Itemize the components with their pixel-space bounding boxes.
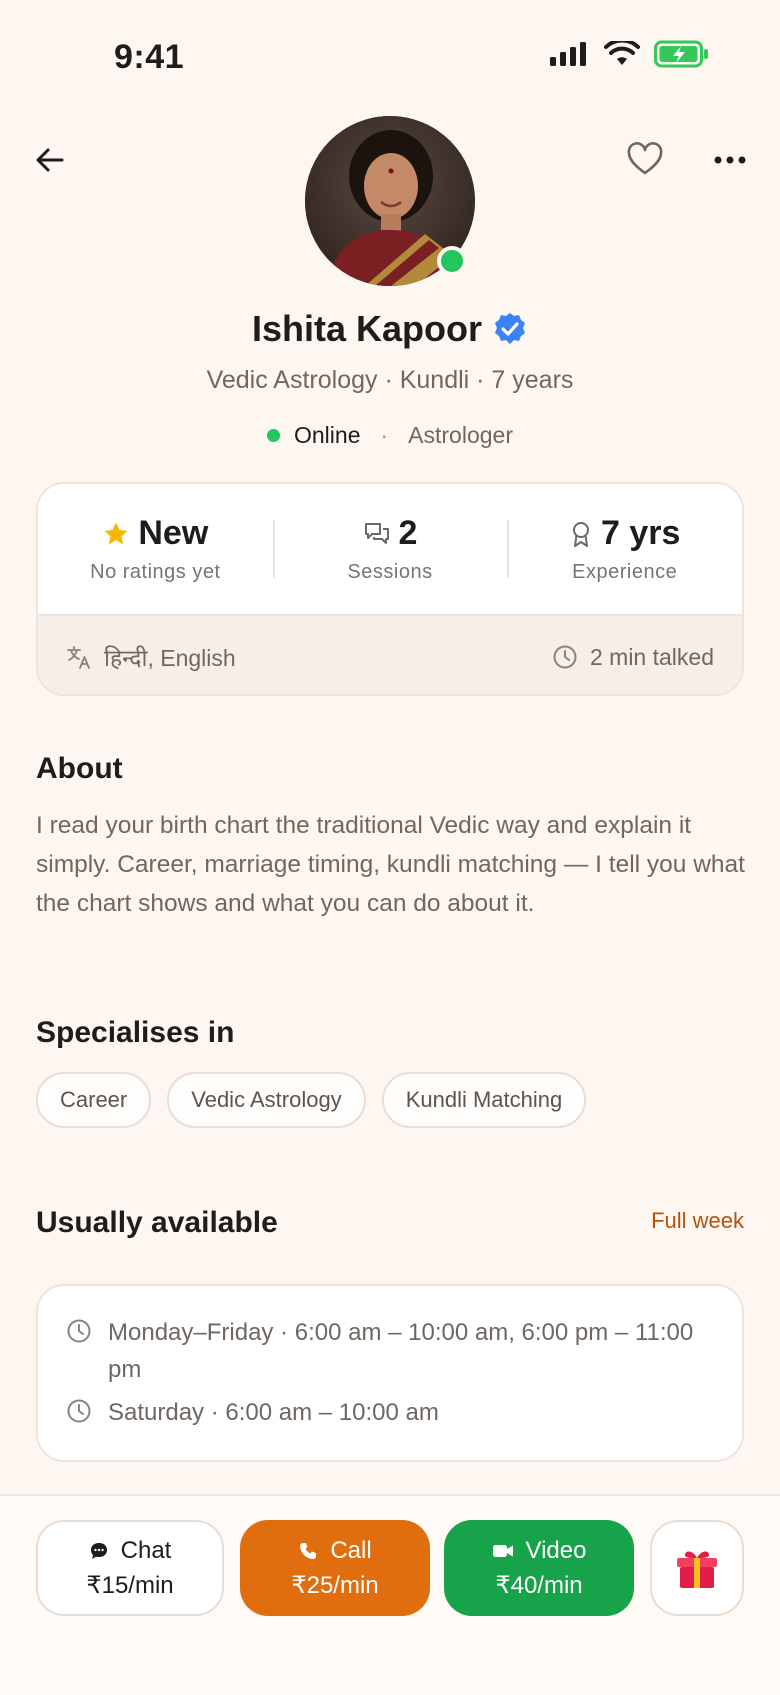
rating-value: New bbox=[138, 514, 209, 552]
avatar-container bbox=[305, 116, 475, 286]
heart-icon bbox=[627, 142, 663, 175]
online-indicator bbox=[267, 429, 280, 442]
talked-text: 2 min talked bbox=[589, 643, 714, 670]
chat-label: Chat bbox=[120, 1536, 172, 1564]
full-week-link[interactable]: Full week bbox=[651, 1208, 744, 1234]
online-label: Online bbox=[294, 422, 361, 448]
action-bar: Chat ₹15/min Call ₹25/min Video ₹40/min bbox=[0, 1494, 780, 1695]
separator: · bbox=[380, 422, 389, 448]
favorite-button[interactable] bbox=[624, 138, 666, 180]
sessions-stat: 2 Sessions bbox=[272, 514, 508, 584]
call-label: Call bbox=[330, 1536, 372, 1564]
gift-button[interactable] bbox=[650, 1520, 744, 1616]
wifi-icon bbox=[604, 41, 640, 65]
rating-caption: No ratings yet bbox=[90, 561, 221, 583]
translate-icon bbox=[67, 646, 90, 669]
star-icon bbox=[104, 521, 129, 544]
gift-icon bbox=[677, 1551, 717, 1588]
status-bar: 9:41 bbox=[0, 0, 780, 110]
availability-row: Saturday · 6:00 am – 10:00 am bbox=[66, 1394, 714, 1435]
about-heading: About bbox=[36, 752, 123, 785]
specialty-chips: Career Vedic Astrology Kundli Matching bbox=[36, 1072, 587, 1128]
chat-price: ₹15/min bbox=[86, 1571, 174, 1599]
availability-text: Saturday · 6:00 am – 10:00 am bbox=[108, 1399, 439, 1426]
status-time: 9:41 bbox=[114, 38, 185, 76]
clock-icon bbox=[553, 645, 577, 669]
online-status-dot bbox=[437, 246, 467, 276]
verified-icon bbox=[495, 313, 526, 344]
video-price: ₹40/min bbox=[495, 1571, 583, 1599]
about-text: I read your birth chart the traditional … bbox=[36, 812, 745, 917]
status-row: Online · Astrologer bbox=[0, 422, 780, 449]
call-price: ₹25/min bbox=[291, 1571, 379, 1599]
battery-icon bbox=[654, 40, 708, 68]
back-button[interactable] bbox=[30, 140, 70, 180]
signal-icon bbox=[550, 42, 586, 66]
availability-card: Monday–Friday · 6:00 am – 10:00 am, 6:00… bbox=[36, 1284, 744, 1462]
sessions-caption: Sessions bbox=[347, 561, 433, 583]
clock-icon bbox=[67, 1319, 91, 1343]
role-label: Astrologer bbox=[408, 422, 513, 448]
call-button[interactable]: Call ₹25/min bbox=[240, 1520, 430, 1616]
availability-heading: Usually available bbox=[36, 1206, 278, 1239]
specialises-heading: Specialises in bbox=[36, 1016, 235, 1049]
chip-career[interactable]: Career bbox=[36, 1072, 152, 1128]
video-icon bbox=[492, 1544, 513, 1557]
sessions-value: 2 bbox=[398, 514, 418, 552]
chat-bubbles-icon bbox=[364, 522, 389, 544]
chip-kundli-matching[interactable]: Kundli Matching bbox=[381, 1072, 587, 1128]
availability-text: Monday–Friday · 6:00 am – 10:00 am, 6:00… bbox=[108, 1319, 694, 1383]
languages-text: हिन्दी, English bbox=[104, 645, 236, 671]
languages: हिन्दी, English bbox=[66, 641, 236, 673]
chip-vedic-astrology[interactable]: Vedic Astrology bbox=[167, 1072, 366, 1128]
video-label: Video bbox=[525, 1536, 587, 1564]
phone-icon bbox=[300, 1542, 317, 1559]
award-icon bbox=[572, 521, 589, 547]
clock-icon bbox=[67, 1399, 91, 1423]
more-button[interactable] bbox=[712, 148, 748, 172]
astrologer-name: Ishita Kapoor bbox=[251, 308, 483, 349]
video-button[interactable]: Video ₹40/min bbox=[444, 1520, 634, 1616]
name-row: Ishita Kapoor bbox=[0, 308, 780, 350]
chat-icon bbox=[90, 1542, 107, 1559]
talked-time: 2 min talked bbox=[552, 644, 714, 671]
more-icon bbox=[714, 156, 746, 164]
chat-button[interactable]: Chat ₹15/min bbox=[36, 1520, 224, 1616]
profile-subtitle: Vedic Astrology · Kundli · 7 years bbox=[206, 366, 574, 394]
experience-stat: 7 yrs Experience bbox=[507, 514, 742, 584]
experience-caption: Experience bbox=[572, 561, 678, 583]
experience-value: 7 yrs bbox=[600, 514, 681, 552]
back-arrow-icon bbox=[36, 148, 64, 172]
stats-card: New No ratings yet 2 Sessions 7 yrs Expe… bbox=[36, 482, 744, 696]
availability-row: Monday–Friday · 6:00 am – 10:00 am, 6:00… bbox=[66, 1314, 714, 1388]
rating-stat: New No ratings yet bbox=[38, 514, 273, 584]
status-icons bbox=[550, 40, 710, 68]
